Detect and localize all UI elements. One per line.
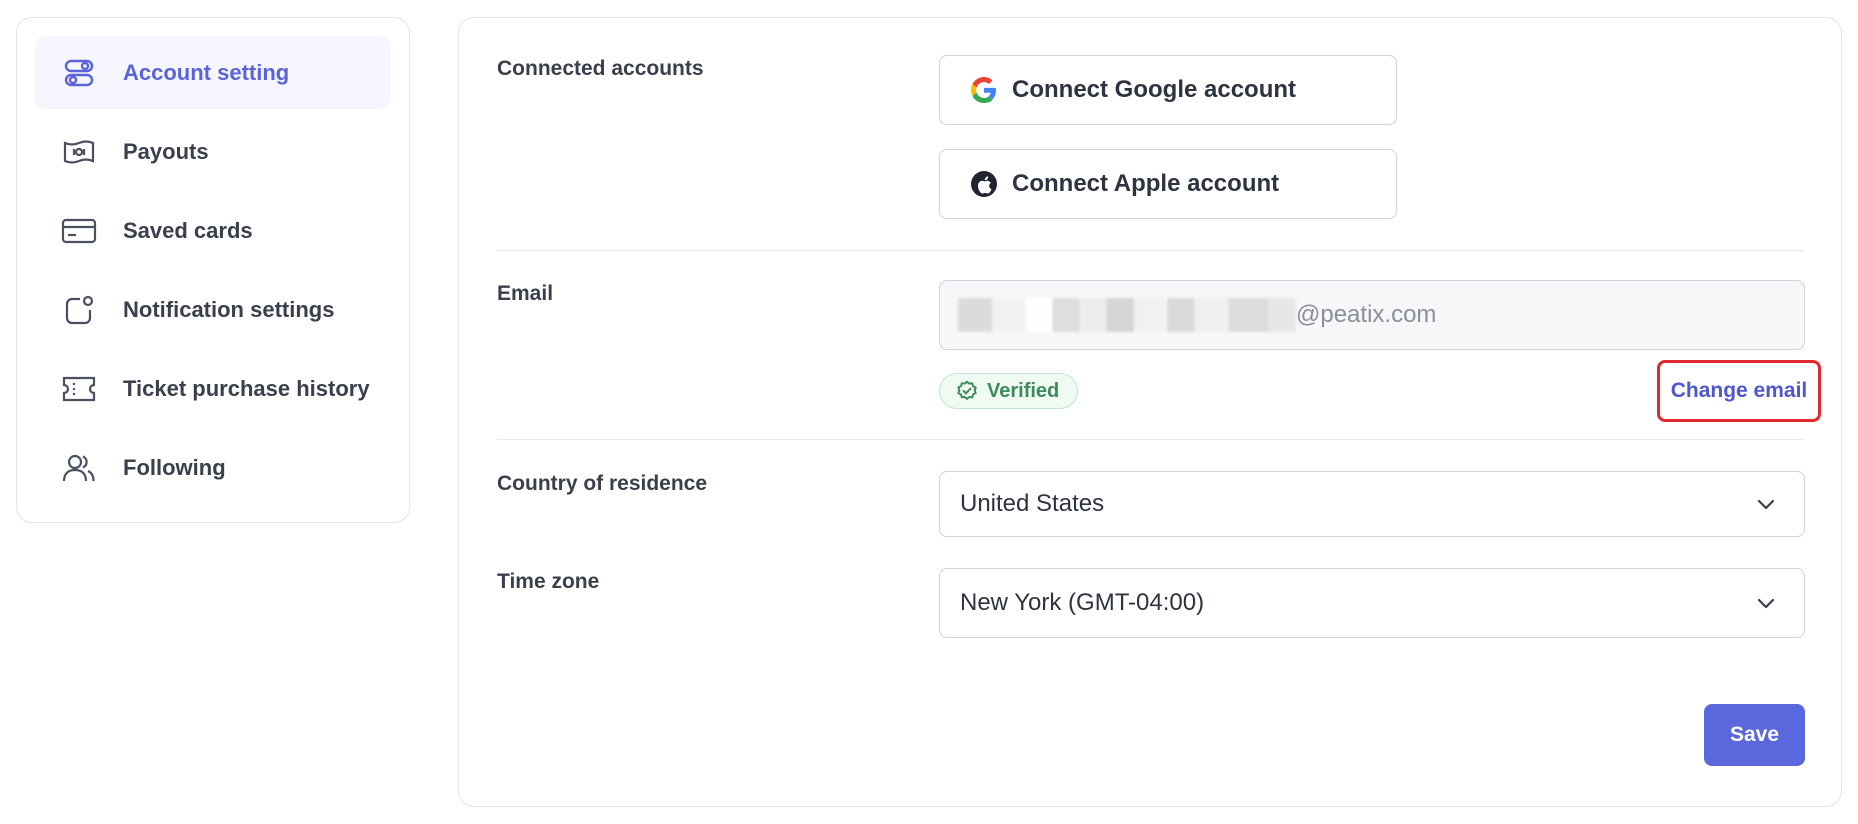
save-button[interactable]: Save <box>1704 704 1805 766</box>
toggles-icon <box>61 55 97 91</box>
sidebar-item-label: Saved cards <box>123 217 253 243</box>
redacted-email-username <box>958 298 1296 332</box>
notification-icon <box>61 292 97 328</box>
section-divider <box>497 439 1803 440</box>
sidebar-item-notification-settings[interactable]: Notification settings <box>35 273 391 346</box>
email-field: @peatix.com <box>939 280 1805 350</box>
sidebar-item-account-setting[interactable]: Account setting <box>35 36 391 109</box>
cash-icon <box>61 134 97 170</box>
chevron-down-icon <box>1754 492 1778 516</box>
change-email-link[interactable]: Change email <box>1657 360 1821 422</box>
ticket-icon <box>61 371 97 407</box>
connect-google-label: Connect Google account <box>1012 76 1297 103</box>
verified-label: Verified <box>987 379 1060 402</box>
settings-sidebar: Account setting Payouts Saved cards Noti… <box>16 17 410 523</box>
connect-google-button[interactable]: Connect Google account <box>939 55 1397 125</box>
sidebar-item-saved-cards[interactable]: Saved cards <box>35 194 391 267</box>
connect-apple-button[interactable]: Connect Apple account <box>939 149 1397 219</box>
timezone-select[interactable]: New York (GMT-04:00) <box>939 568 1805 638</box>
country-value: United States <box>960 490 1105 517</box>
sidebar-item-label: Notification settings <box>123 296 335 322</box>
users-icon <box>61 450 97 486</box>
chevron-down-icon <box>1754 591 1778 615</box>
timezone-label: Time zone <box>497 570 600 593</box>
sidebar-item-label: Account setting <box>123 59 290 85</box>
timezone-value: New York (GMT-04:00) <box>960 589 1205 616</box>
country-label: Country of residence <box>497 472 708 495</box>
account-settings-panel: Connected accounts Connect Google accoun… <box>458 17 1842 807</box>
connect-apple-label: Connect Apple account <box>1012 170 1280 197</box>
email-label: Email <box>497 282 554 305</box>
section-divider <box>497 250 1803 251</box>
verified-badge: Verified <box>939 373 1079 409</box>
google-icon <box>970 76 998 104</box>
sidebar-item-label: Payouts <box>123 138 209 164</box>
connected-accounts-label: Connected accounts <box>497 57 704 80</box>
country-select[interactable]: United States <box>939 471 1805 537</box>
apple-icon <box>970 170 998 198</box>
sidebar-item-ticket-purchase-history[interactable]: Ticket purchase history <box>35 352 391 425</box>
verified-check-icon <box>956 380 978 402</box>
sidebar-item-label: Following <box>123 454 226 480</box>
credit-card-icon <box>61 213 97 249</box>
sidebar-item-payouts[interactable]: Payouts <box>35 115 391 188</box>
sidebar-item-label: Ticket purchase history <box>123 375 370 401</box>
sidebar-item-following[interactable]: Following <box>35 431 391 504</box>
email-domain: @peatix.com <box>1296 301 1437 328</box>
